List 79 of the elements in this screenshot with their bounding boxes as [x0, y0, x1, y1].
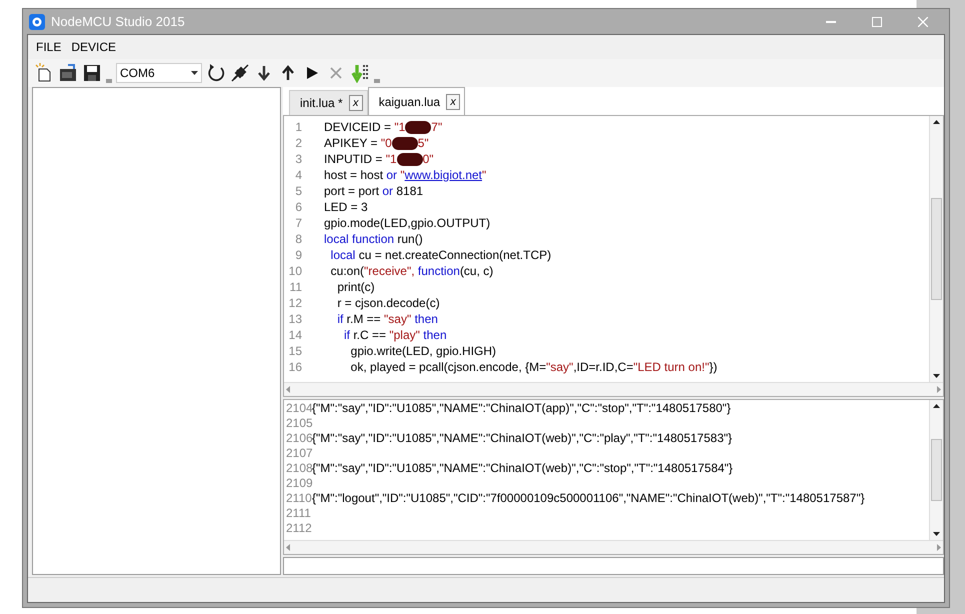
output-line: {"M":"logout","ID":"U1085","CID":"7f00000109c500001106","NAME":"ChinaIOT(web)","T":"1480517587"}	[312, 491, 865, 506]
vertical-scrollbar[interactable]	[929, 400, 943, 540]
close-icon	[918, 16, 928, 26]
save-icon[interactable]	[82, 63, 102, 83]
line-number: 2111	[286, 506, 312, 521]
scroll-down-icon	[933, 532, 940, 536]
scroll-right-icon	[937, 544, 941, 551]
plug-icon[interactable]	[230, 63, 250, 83]
line-number: 2104	[286, 401, 312, 416]
scroll-right-icon	[937, 386, 941, 393]
command-input-field[interactable]	[283, 557, 944, 575]
code-editor[interactable]	[283, 115, 944, 397]
line-number: 16	[288, 359, 303, 375]
line-number: 5	[294, 183, 303, 199]
file-tab[interactable]: kaiguan.lua x	[368, 87, 466, 115]
scroll-up-icon	[933, 120, 940, 124]
dropdown-arrow-icon	[191, 71, 198, 75]
scroll-left-icon	[286, 544, 290, 551]
code-line: ok, played = pcall(cjson.encode, {M="say",ID=r.ID,C="LED turn on!"})	[350, 359, 718, 375]
line-number: 6	[294, 199, 303, 215]
output-line: {"M":"say","ID":"U1085","NAME":"ChinaIOT(web)","C":"play","T":"1480517583"}	[312, 431, 732, 446]
line-number: 9	[294, 247, 303, 263]
line-number: 2107	[286, 446, 312, 461]
code-line: APIKEY = "0 5"	[324, 135, 429, 151]
output-line: {"M":"say","ID":"U1085","NAME":"ChinaIOT(app)","C":"stop","T":"1480517580"}	[312, 401, 731, 416]
line-number: 8	[294, 231, 303, 247]
horizontal-scrollbar[interactable]	[284, 382, 943, 396]
output-line: {"M":"say","ID":"U1085","NAME":"ChinaIOT(web)","C":"stop","T":"1480517584"}	[312, 461, 733, 476]
code-line: host = host or "www.bigiot.net"	[324, 167, 486, 183]
vertical-scrollbar[interactable]	[929, 116, 943, 382]
line-number: 3	[294, 151, 303, 167]
code-line: cu:on("receive", function(cu, c)	[330, 263, 494, 279]
scroll-left-icon	[286, 386, 290, 393]
horizontal-scrollbar[interactable]	[284, 540, 943, 554]
port-dropdown[interactable]: COM6	[116, 63, 202, 83]
scroll-up-icon	[933, 404, 940, 408]
line-number: 2106	[286, 431, 312, 446]
line-number: 12	[288, 295, 303, 311]
tab-close-button[interactable]: x	[348, 95, 363, 111]
line-number: 11	[288, 279, 303, 295]
line-number: 2105	[286, 416, 312, 431]
code-line: if r.M == "say" then	[336, 311, 438, 327]
menu-item[interactable]: DEVICE	[67, 40, 120, 54]
menu-item[interactable]: FILE	[32, 40, 66, 54]
maximize-icon	[872, 16, 882, 26]
code-line: DEVICEID = "1 7"	[324, 119, 442, 135]
code-line: if r.C == "play" then	[343, 327, 447, 343]
app-icon	[29, 14, 45, 30]
line-number: 7	[294, 215, 303, 231]
code-line: LED = 3	[324, 199, 368, 215]
line-number: 4	[294, 167, 303, 183]
code-line: gpio.mode(LED,gpio.OUTPUT)	[324, 215, 490, 231]
window-title: NodeMCU Studio 2015	[51, 14, 186, 29]
line-number: 1	[294, 119, 303, 135]
line-number: 2110	[286, 491, 312, 506]
line-number: 2108	[286, 461, 312, 476]
line-number: 15	[288, 343, 303, 359]
line-number: 2109	[286, 476, 312, 491]
line-number: 13	[288, 311, 303, 327]
minimize-icon	[826, 20, 836, 22]
tab-close-button[interactable]: x	[446, 94, 460, 110]
refresh-icon[interactable]	[206, 63, 226, 83]
toolbar-grip-icon	[106, 79, 112, 83]
code-line: INPUTID = "1 0"	[324, 151, 434, 167]
code-line: r = cjson.decode(c)	[336, 295, 440, 311]
file-tab[interactable]: init.lua * x	[289, 90, 368, 115]
line-number: 14	[288, 327, 303, 343]
toolbar-grip-icon	[374, 79, 380, 83]
code-line: gpio.write(LED, gpio.HIGH)	[350, 343, 496, 359]
scroll-down-icon	[933, 374, 940, 378]
line-number: 2112	[286, 521, 312, 536]
line-number: 10	[288, 263, 303, 279]
line-number: 2	[294, 135, 303, 151]
folder-icon[interactable]	[58, 63, 78, 83]
code-line: local cu = net.createConnection(net.TCP)	[330, 247, 552, 263]
flash-icon[interactable]	[350, 63, 370, 83]
code-line: port = port or 8181	[324, 183, 424, 199]
code-line: print(c)	[336, 279, 375, 295]
code-line: local function run()	[324, 231, 423, 247]
